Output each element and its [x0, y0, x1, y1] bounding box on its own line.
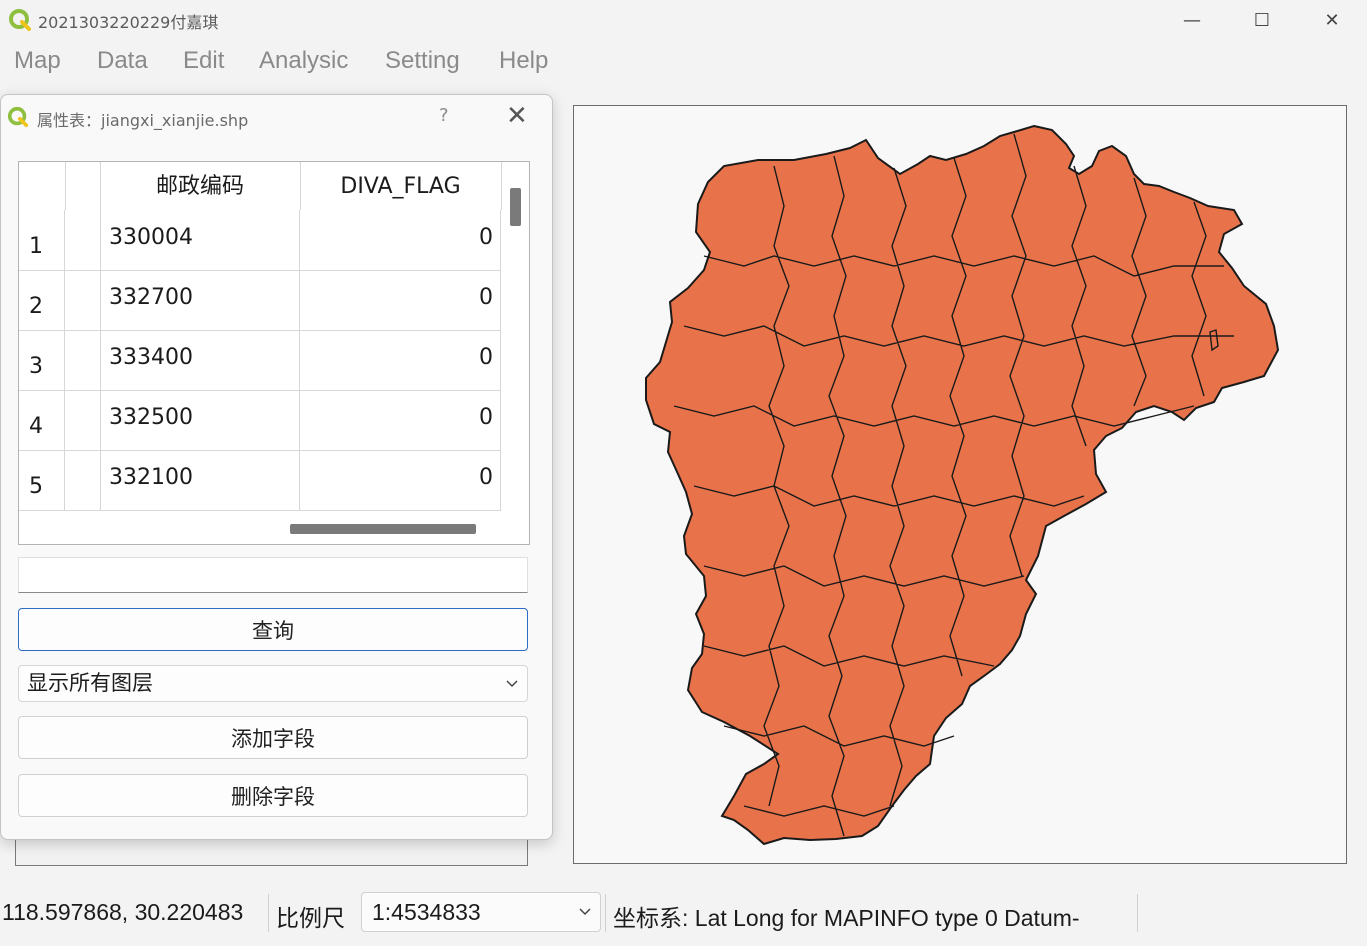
province-outline	[645, 124, 1280, 846]
row-gutter	[65, 450, 101, 510]
close-window-button[interactable]: ✕	[1297, 0, 1367, 40]
row-number[interactable]: 1	[19, 210, 65, 270]
scale-label: 比例尺	[276, 906, 345, 932]
menu-map[interactable]: Map	[14, 47, 61, 75]
diva-flag-cell[interactable]: 0	[300, 330, 501, 390]
minimize-button[interactable]: —	[1157, 0, 1227, 40]
dialog-close-icon[interactable]: ✕	[506, 101, 528, 131]
query-button[interactable]: 查询	[18, 608, 528, 651]
province-map	[645, 124, 1280, 846]
table-row[interactable]: 3 333400 0	[19, 330, 501, 391]
layer-select-value: 显示所有图层	[27, 671, 153, 695]
postcode-cell[interactable]: 332500	[100, 390, 300, 450]
row-gutter	[65, 330, 101, 390]
query-input[interactable]	[18, 557, 528, 593]
coordinate-readout: 118.597868, 30.220483	[2, 899, 244, 925]
chevron-down-icon	[578, 893, 592, 946]
row-gutter	[65, 390, 101, 450]
close-icon: ✕	[1324, 9, 1340, 31]
table-row[interactable]: 1 330004 0	[19, 210, 501, 271]
scale-select[interactable]: 1:4534833	[361, 892, 601, 932]
minimize-icon: —	[1183, 9, 1201, 31]
attribute-table-dialog: 属性表：jiangxi_xianjie.shp ? ✕ 邮政编码 DIVA_FL…	[0, 94, 553, 840]
attribute-table[interactable]: 邮政编码 DIVA_FLAG 1 330004 0 2 332700 0 3 3…	[18, 161, 530, 545]
menu-setting[interactable]: Setting	[385, 47, 460, 75]
table-row[interactable]: 2 332700 0	[19, 270, 501, 331]
add-field-button[interactable]: 添加字段	[18, 716, 528, 759]
chevron-down-icon	[505, 666, 519, 713]
vertical-scrollbar[interactable]	[510, 188, 521, 226]
separator	[1137, 894, 1138, 932]
postcode-cell[interactable]: 330004	[100, 210, 300, 270]
menu-help[interactable]: Help	[499, 47, 548, 75]
dialog-title: 属性表：jiangxi_xianjie.shp	[37, 111, 249, 130]
postcode-cell[interactable]: 332700	[100, 270, 300, 330]
crs-label: 坐标系: Lat Long for MAPINFO type 0 Datum-	[613, 905, 1080, 931]
delete-field-button[interactable]: 删除字段	[18, 774, 528, 817]
postcode-cell[interactable]: 333400	[100, 330, 300, 390]
menu-analysic[interactable]: Analysic	[259, 47, 348, 75]
window-title: 2021303220229付嘉琪	[38, 13, 219, 32]
menu-data[interactable]: Data	[97, 47, 148, 75]
scale-value: 1:4534833	[372, 899, 481, 925]
separator	[268, 894, 269, 932]
menu-edit[interactable]: Edit	[183, 47, 224, 75]
separator	[605, 894, 606, 932]
row-number[interactable]: 4	[19, 390, 65, 450]
column-header-postcode[interactable]: 邮政编码	[100, 162, 301, 210]
table-corner[interactable]	[19, 162, 66, 210]
row-number[interactable]: 3	[19, 330, 65, 390]
qgis-logo-icon	[9, 9, 31, 31]
diva-flag-cell[interactable]: 0	[300, 390, 501, 450]
layer-select[interactable]: 显示所有图层	[18, 665, 528, 702]
table-row[interactable]: 4 332500 0	[19, 390, 501, 451]
postcode-cell[interactable]: 332100	[100, 450, 300, 510]
status-bar: 118.597868, 30.220483 比例尺 1:4534833 坐标系:…	[0, 890, 1367, 936]
row-gutter	[65, 270, 101, 330]
qgis-logo-icon	[7, 106, 29, 128]
horizontal-scrollbar[interactable]	[290, 524, 476, 534]
maximize-icon: ☐	[1253, 9, 1271, 31]
diva-flag-cell[interactable]: 0	[300, 270, 501, 330]
table-row[interactable]: 5 332100 0	[19, 450, 501, 511]
row-gutter	[65, 210, 101, 270]
diva-flag-cell[interactable]: 0	[300, 450, 501, 510]
row-number[interactable]: 2	[19, 270, 65, 330]
title-bar: 2021303220229付嘉琪 — ☐ ✕	[0, 0, 1367, 40]
help-icon[interactable]: ?	[439, 105, 449, 126]
map-canvas[interactable]	[573, 105, 1347, 864]
county-polygons	[645, 124, 1280, 846]
menu-bar: Map Data Edit Analysic Setting Help	[0, 40, 1367, 84]
maximize-button[interactable]: ☐	[1227, 0, 1297, 40]
row-number[interactable]: 5	[19, 450, 65, 510]
column-header-diva-flag[interactable]: DIVA_FLAG	[300, 162, 502, 210]
header-gutter	[65, 162, 101, 210]
diva-flag-cell[interactable]: 0	[300, 210, 501, 270]
